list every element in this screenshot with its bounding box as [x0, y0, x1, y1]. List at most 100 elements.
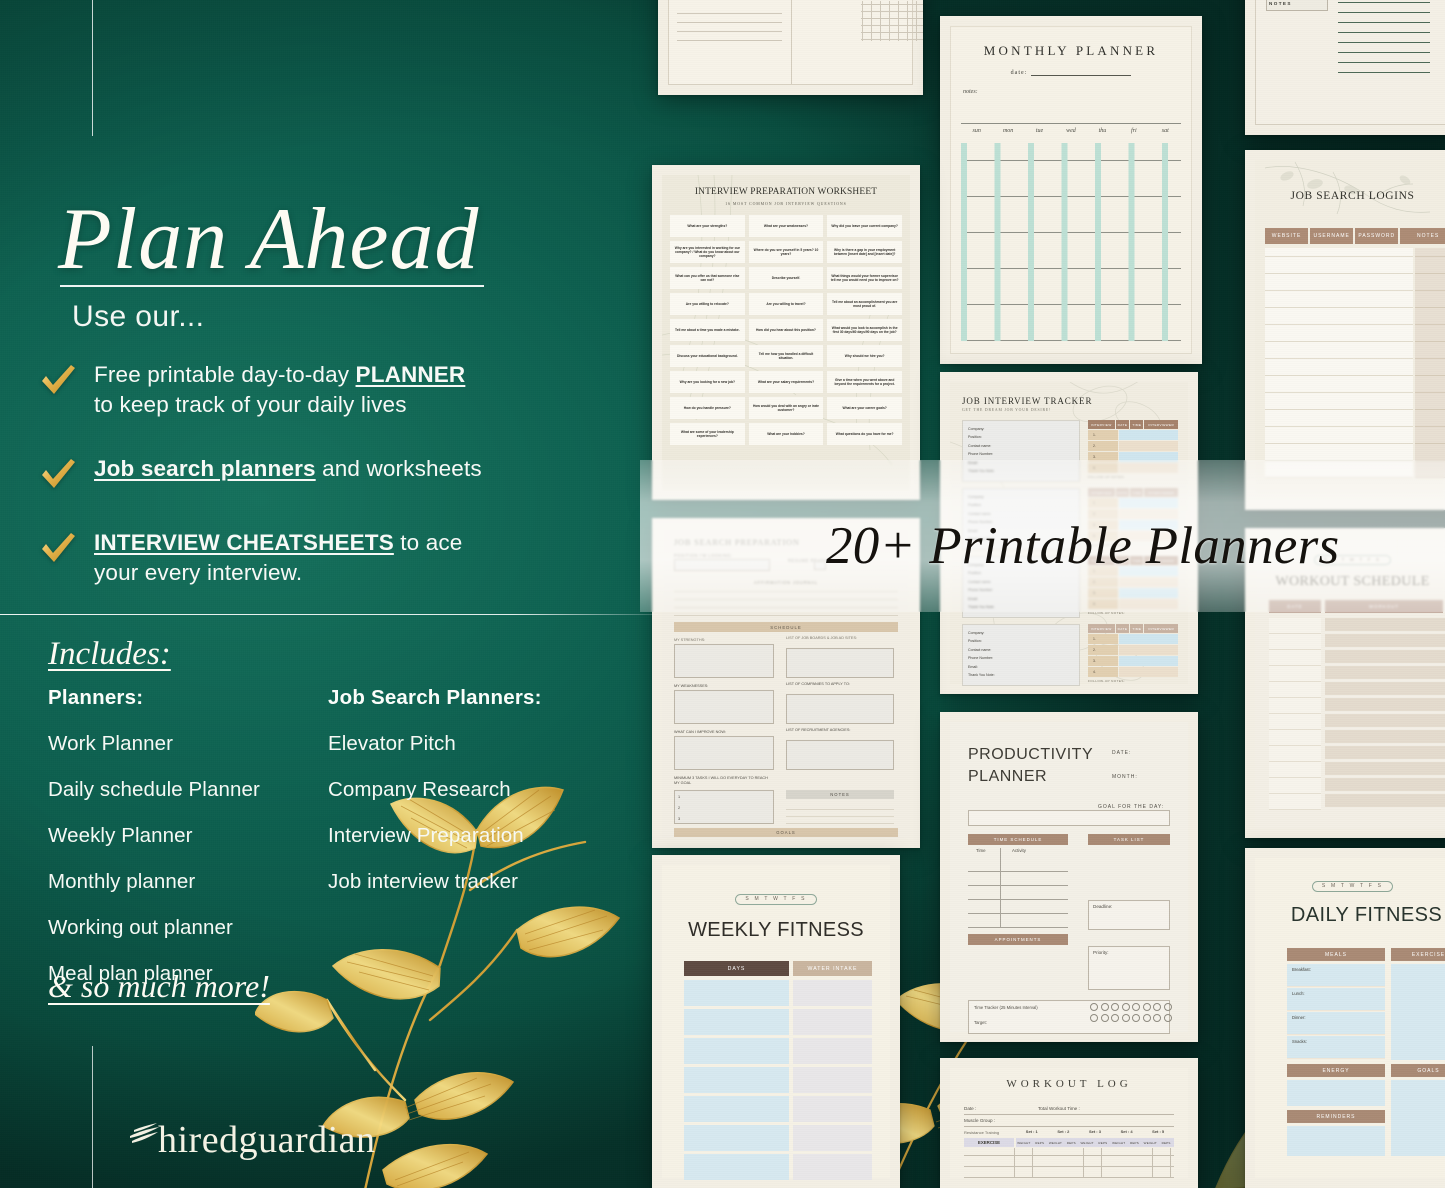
question-tile[interactable]: How did you hear about this position? — [748, 319, 824, 341]
table-row[interactable]: 2. — [1088, 645, 1178, 655]
meal-row[interactable]: Breakfast: — [1287, 964, 1385, 987]
question-tile[interactable]: What can you offer us that someone else … — [670, 267, 745, 289]
tracker-dot[interactable] — [1100, 1003, 1109, 1011]
question-tile[interactable]: What would you look to accomplish in the… — [827, 319, 902, 341]
table-row[interactable] — [684, 1038, 872, 1064]
contact-fields[interactable]: Company: Position: Contact name: Phone Numb… — [962, 624, 1080, 686]
question-tile[interactable]: What questions do you have for me? — [827, 423, 902, 445]
tracker-dot[interactable] — [1132, 1003, 1140, 1011]
water-intake-cell[interactable] — [793, 1154, 872, 1180]
thumbnail-monthly-planner[interactable]: MONTHLY PLANNER date: notes: sun mon tue… — [940, 16, 1202, 364]
days-cell[interactable] — [684, 1067, 789, 1093]
table-row[interactable]: 2. — [1088, 441, 1178, 451]
tracker-dot[interactable] — [1163, 1014, 1172, 1022]
tracker-dot[interactable] — [1121, 1003, 1130, 1011]
question-tile[interactable]: Give a time when you went above and beyo… — [827, 371, 902, 393]
workout-rows[interactable] — [1325, 618, 1445, 810]
table-cell[interactable] — [1118, 667, 1178, 677]
tracker-dot[interactable] — [1090, 1014, 1098, 1022]
question-tile[interactable]: What are your career goals? — [827, 397, 902, 419]
logins-rows[interactable] — [1265, 248, 1413, 478]
question-tile[interactable]: What are your hobbies? — [748, 423, 824, 445]
tracker-dot[interactable] — [1153, 1003, 1161, 1011]
meal-row[interactable]: Dinner: — [1287, 1012, 1385, 1035]
reminders-area[interactable] — [1287, 1126, 1385, 1156]
table-row[interactable] — [684, 1154, 872, 1180]
meal-row[interactable]: Snacks: — [1287, 1036, 1385, 1059]
question-tile[interactable]: Why should we hire you? — [827, 345, 902, 367]
tracker-dot[interactable] — [1100, 1014, 1109, 1022]
table-cell[interactable] — [1118, 430, 1178, 440]
tracker-dot[interactable] — [1111, 1003, 1119, 1011]
question-tile[interactable]: Where do you see yourself in 5 years? 10… — [748, 241, 824, 263]
thumbnail-job-search-logins[interactable]: JOB SEARCH LOGINS WEBSITE USERNAME PASSW… — [1245, 150, 1445, 510]
table-row[interactable] — [684, 1067, 872, 1093]
table-cell[interactable] — [1118, 645, 1178, 655]
question-tile[interactable]: What are your salary requirements? — [748, 371, 824, 393]
question-tile[interactable]: What are your weaknesses? — [748, 215, 824, 237]
thumbnail-weekly-planner[interactable]: THURSDAY FRIDAY SATURDAY MY HABITS S M T… — [658, 0, 923, 95]
tracker-dot[interactable] — [1153, 1014, 1161, 1022]
table-row[interactable]: 1. — [1088, 634, 1178, 644]
question-tile[interactable]: What are some of your leadership experie… — [670, 423, 745, 445]
question-tile[interactable]: How do you handle pressure? — [670, 397, 745, 419]
question-tile[interactable]: Tell me how you handled a difficult situ… — [748, 345, 824, 367]
tracker-dot[interactable] — [1111, 1014, 1119, 1022]
question-tile[interactable]: How would you deal with an angry or irat… — [748, 397, 824, 419]
weekly-fitness-rows[interactable] — [684, 980, 872, 1180]
table-row[interactable]: 4. — [1088, 667, 1178, 677]
thumbnail-interview-prep-worksheet[interactable]: INTERVIEW PREPARATION WORKSHEET 16 MOST … — [652, 165, 920, 500]
question-tile[interactable]: Are you willing to travel? — [748, 293, 824, 315]
water-intake-cell[interactable] — [793, 1096, 872, 1122]
thumbnail-notes-page[interactable]: NOTES THINGS TO BUY — [1245, 0, 1445, 135]
question-tile[interactable]: Why are you looking for a new job? — [670, 371, 745, 393]
goals-area[interactable] — [1391, 1080, 1445, 1156]
question-tile[interactable]: Tell me about a time you made a mistake. — [670, 319, 745, 341]
question-tile[interactable]: Are you willing to relocate? — [670, 293, 745, 315]
table-row[interactable] — [684, 1096, 872, 1122]
dot-row[interactable] — [1090, 1014, 1180, 1022]
water-intake-cell[interactable] — [793, 1125, 872, 1151]
time-schedule-rows[interactable] — [968, 858, 1068, 928]
thumbnail-workout-log[interactable]: WORKOUT LOG Date : Total Workout Time : … — [940, 1058, 1198, 1188]
days-cell[interactable] — [684, 1009, 789, 1035]
table-cell[interactable] — [1118, 656, 1178, 666]
thumbnail-productivity-planner[interactable]: PRODUCTIVITY PLANNER DATE: MONTH: GOAL F… — [940, 712, 1198, 1042]
tracker-dot[interactable] — [1132, 1014, 1140, 1022]
date-input-line[interactable] — [1031, 69, 1132, 76]
time-tracker-dots[interactable] — [1090, 1003, 1180, 1025]
question-tile[interactable]: Why are you interested in working for ou… — [670, 241, 745, 263]
table-cell[interactable] — [1118, 634, 1178, 644]
tracker-dot[interactable] — [1142, 1003, 1151, 1011]
ruled-lines[interactable] — [1338, 0, 1430, 73]
thumbnail-weekly-fitness[interactable]: S M T W T F S WEEKLY FITNESS DAYS WATER … — [652, 855, 900, 1188]
date-rows[interactable] — [1269, 618, 1321, 810]
meal-row[interactable]: Lunch: — [1287, 988, 1385, 1011]
question-tile[interactable]: Tell me about an accomplishment you are … — [827, 293, 902, 315]
table-row[interactable] — [684, 1125, 872, 1151]
question-tile[interactable]: What are your strengths? — [670, 215, 745, 237]
days-cell[interactable] — [684, 1125, 789, 1151]
table-row[interactable]: 3. — [1088, 656, 1178, 666]
tracker-block[interactable]: Company: Position: Contact name: Phone Numb… — [962, 624, 1178, 686]
question-tile[interactable]: Discuss your educational background. — [670, 345, 745, 367]
thumbnail-daily-fitness[interactable]: S M T W T F S DAILY FITNESS MEALS EXERCI… — [1245, 848, 1445, 1188]
table-cell[interactable] — [1118, 441, 1178, 451]
days-cell[interactable] — [684, 1038, 789, 1064]
table-row[interactable] — [684, 1009, 872, 1035]
question-tile[interactable]: Why did you leave your current company? — [827, 215, 902, 237]
meals-rows[interactable]: Breakfast: Lunch: Dinner: Snacks: — [1287, 964, 1385, 1060]
tracker-dot[interactable] — [1121, 1014, 1130, 1022]
dot-row[interactable] — [1090, 1003, 1180, 1011]
tracker-dot[interactable] — [1090, 1003, 1098, 1011]
log-grid[interactable] — [964, 1148, 1174, 1178]
water-intake-cell[interactable] — [793, 1009, 872, 1035]
energy-area[interactable] — [1287, 1080, 1385, 1106]
question-tile[interactable]: Describe yourself. — [748, 267, 824, 289]
tracker-dot[interactable] — [1142, 1014, 1151, 1022]
tracker-dot[interactable] — [1163, 1003, 1172, 1011]
water-intake-cell[interactable] — [793, 1038, 872, 1064]
water-intake-cell[interactable] — [793, 980, 872, 1006]
notes-lines[interactable] — [786, 803, 894, 824]
interview-table[interactable]: INTERVIEWDATETIMEINTERVIEWER 1.2.3.4. FOLL… — [1088, 624, 1178, 686]
